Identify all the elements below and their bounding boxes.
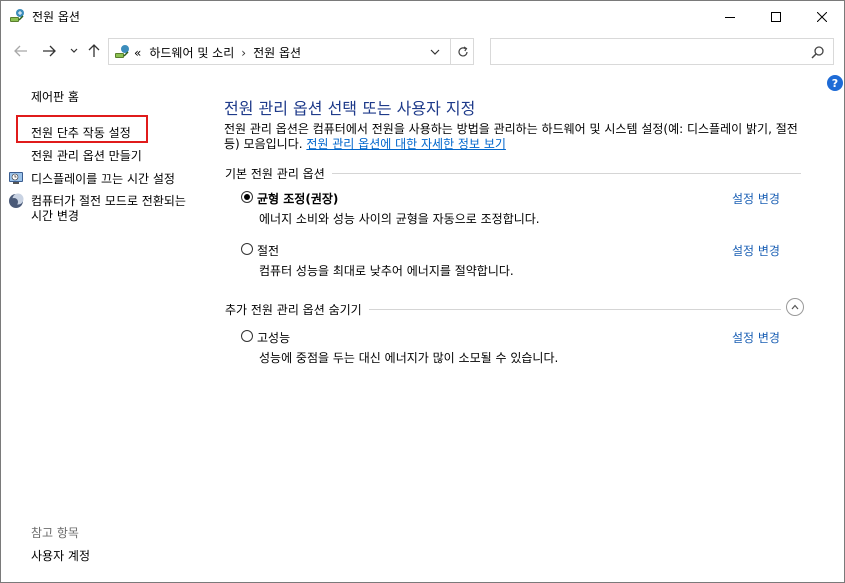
chevron-down-icon xyxy=(430,49,440,55)
plan-balanced-description: 에너지 소비와 성능 사이의 균형을 자동으로 조정합니다. xyxy=(259,212,540,226)
search-box[interactable] xyxy=(490,38,834,65)
close-icon xyxy=(817,11,827,22)
address-dropdown-button[interactable] xyxy=(422,39,448,64)
sleep-time-link[interactable]: 컴퓨터가 절전 모드로 전환되는 시간 변경 xyxy=(31,194,196,224)
forward-button[interactable] xyxy=(39,42,59,60)
plan-balanced-change-link[interactable]: 설정 변경 xyxy=(732,190,780,207)
search-icon xyxy=(811,46,824,59)
power-options-icon xyxy=(10,9,24,22)
back-button[interactable] xyxy=(11,42,31,60)
page-description: 전원 관리 옵션은 컴퓨터에서 전원을 사용하는 방법을 관리하는 하드웨어 및… xyxy=(224,122,809,152)
breadcrumb-overflow[interactable]: « xyxy=(134,46,141,60)
see-also-label: 참고 항목 xyxy=(31,526,79,540)
more-info-link[interactable]: 전원 관리 옵션에 대한 자세한 정보 보기 xyxy=(306,137,506,151)
sleep-moon-icon xyxy=(9,193,24,208)
arrow-up-icon xyxy=(88,44,100,57)
extra-plans-label[interactable]: 추가 전원 관리 옵션 숨기기 xyxy=(225,301,362,318)
control-panel-home-link[interactable]: 제어판 홈 xyxy=(31,88,79,105)
page-title: 전원 관리 옵션 선택 또는 사용자 지정 xyxy=(224,99,476,118)
extra-plans-header[interactable]: 추가 전원 관리 옵션 숨기기 xyxy=(225,301,805,318)
minimize-icon xyxy=(725,16,735,18)
plan-balanced-name[interactable]: 균형 조정(권장) xyxy=(257,190,338,207)
arrow-right-icon xyxy=(43,45,56,57)
left-pane: 제어판 홈 전원 단추 작동 설정 전원 관리 옵션 만들기 디스플레이를 끄는… xyxy=(1,71,211,581)
maximize-button[interactable] xyxy=(753,1,799,32)
collapse-extra-plans-button[interactable] xyxy=(786,298,804,316)
display-clock-icon xyxy=(9,172,23,184)
breadcrumb: « 하드웨어 및 소리 › 전원 옵션 xyxy=(134,44,301,61)
breadcrumb-hardware-sound[interactable]: 하드웨어 및 소리 xyxy=(149,44,234,61)
divider xyxy=(331,173,801,174)
plan-high-performance-radio[interactable] xyxy=(241,330,253,342)
control-panel-icon xyxy=(115,45,129,58)
plan-high-performance-name[interactable]: 고성능 xyxy=(257,329,290,346)
up-button[interactable] xyxy=(85,42,103,60)
arrow-left-icon xyxy=(14,45,27,57)
refresh-button[interactable] xyxy=(450,39,474,64)
power-options-window: 전원 옵션 « 하드웨어 및 소리 › 전원 옵션 ? 제어판 홈 전원 단추 … xyxy=(0,0,845,583)
close-button[interactable] xyxy=(799,1,844,32)
window-title: 전원 옵션 xyxy=(32,10,80,24)
plan-power-saver-radio[interactable] xyxy=(241,243,253,255)
plan-power-saver-change-link[interactable]: 설정 변경 xyxy=(732,242,780,259)
search-input[interactable] xyxy=(495,42,799,63)
plan-high-performance-description: 성능에 중점을 두는 대신 에너지가 많이 소모될 수 있습니다. xyxy=(259,351,559,365)
power-button-settings-link[interactable]: 전원 단추 작동 설정 xyxy=(31,124,131,141)
plan-balanced-radio[interactable] xyxy=(241,191,253,203)
chevron-up-icon xyxy=(791,304,799,310)
display-off-time-link[interactable]: 디스플레이를 끄는 시간 설정 xyxy=(31,170,175,187)
refresh-icon xyxy=(457,45,468,56)
chevron-down-icon xyxy=(70,48,78,53)
minimize-button[interactable] xyxy=(707,1,753,32)
divider xyxy=(368,309,781,310)
help-icon[interactable]: ? xyxy=(827,75,843,91)
navigation-bar: « 하드웨어 및 소리 › 전원 옵션 xyxy=(1,33,844,69)
create-power-plan-link[interactable]: 전원 관리 옵션 만들기 xyxy=(31,147,142,164)
plan-high-performance-change-link[interactable]: 설정 변경 xyxy=(732,329,780,346)
plan-power-saver-name[interactable]: 절전 xyxy=(257,242,279,259)
breadcrumb-separator[interactable]: › xyxy=(241,46,246,60)
basic-plans-header: 기본 전원 관리 옵션 xyxy=(225,165,801,182)
plan-power-saver-description: 컴퓨터 성능을 최대로 낮추어 에너지를 절약합니다. xyxy=(259,264,514,278)
user-accounts-link[interactable]: 사용자 계정 xyxy=(31,547,90,564)
breadcrumb-power-options[interactable]: 전원 옵션 xyxy=(253,44,301,61)
recent-locations-button[interactable] xyxy=(67,42,81,60)
maximize-icon xyxy=(771,11,781,22)
basic-plans-label: 기본 전원 관리 옵션 xyxy=(225,167,325,181)
address-bar[interactable]: « 하드웨어 및 소리 › 전원 옵션 xyxy=(108,38,474,65)
title-bar[interactable]: 전원 옵션 xyxy=(1,1,844,32)
